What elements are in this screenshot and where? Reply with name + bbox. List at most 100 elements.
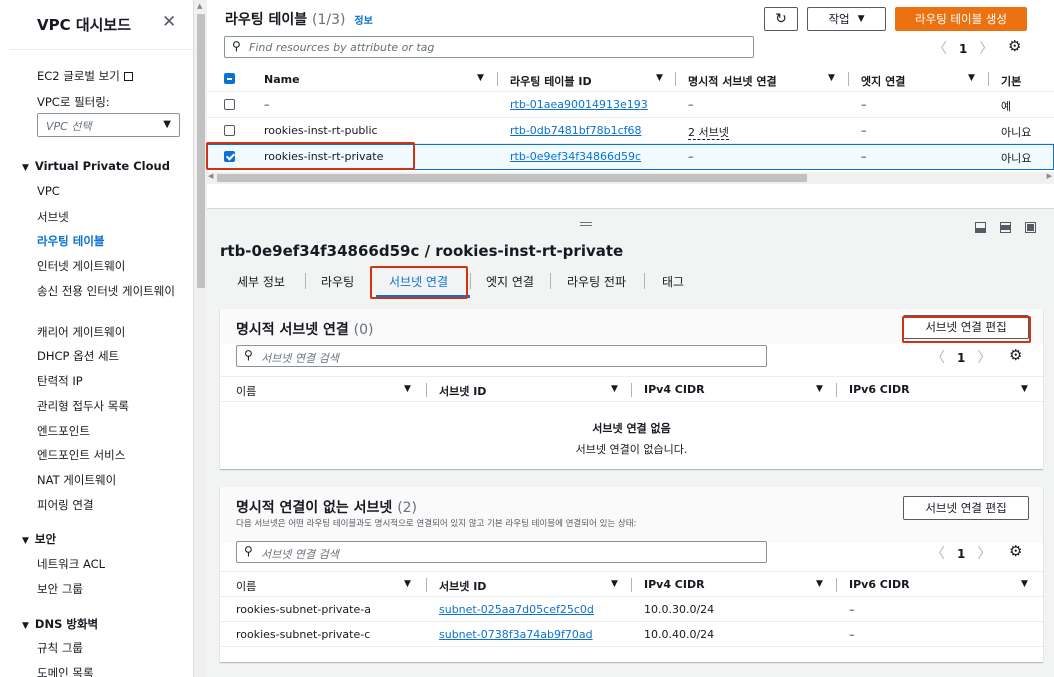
chevron-right-icon[interactable]: 〉: [977, 546, 991, 562]
chevron-left-icon[interactable]: 〈: [933, 41, 947, 57]
actions-button[interactable]: 작업 ▼: [807, 7, 886, 31]
sidebar-item-endpoints[interactable]: 엔드포인트: [37, 423, 90, 439]
sort-caret-icon[interactable]: ▼: [611, 384, 618, 394]
sort-caret-icon[interactable]: ▼: [611, 579, 618, 589]
route-table-id-link[interactable]: rtb-0e9ef34f34866d59c: [510, 150, 641, 163]
sidebar-item-subnets[interactable]: 서브넷: [37, 209, 69, 225]
sort-caret-icon[interactable]: ▼: [404, 579, 411, 589]
edit-subnet-associations-button[interactable]: 서브넷 연결 편집: [903, 496, 1029, 520]
sidebar-item-rule-groups[interactable]: 규칙 그룹: [37, 640, 83, 656]
sidebar-item-ec2-global[interactable]: EC2 글로벌 보기: [37, 68, 133, 84]
page-number[interactable]: 1: [959, 42, 967, 56]
column-header-name[interactable]: 이름: [236, 578, 256, 594]
sort-caret-icon[interactable]: ▼: [828, 73, 835, 83]
sidebar-item-route-tables[interactable]: 라우팅 테이블: [37, 233, 104, 249]
column-divider[interactable]: [836, 383, 837, 397]
column-divider[interactable]: [675, 72, 676, 86]
section-security[interactable]: ▼ 보안: [22, 531, 56, 547]
table-row-selected[interactable]: rookies-inst-rt-private rtb-0e9ef34f3486…: [207, 144, 1054, 170]
settings-gear-icon[interactable]: ⚙: [1008, 37, 1021, 55]
column-divider[interactable]: [836, 578, 837, 592]
column-header-id[interactable]: 라우팅 테이블 ID: [510, 73, 592, 89]
sidebar-title[interactable]: VPC 대시보드: [37, 14, 131, 35]
sidebar-scrollbar[interactable]: ▲: [193, 0, 207, 677]
section-virtual-private-cloud[interactable]: ▼ Virtual Private Cloud: [22, 159, 170, 173]
column-header-ipv4[interactable]: IPv4 CIDR: [644, 383, 705, 396]
sort-caret-icon[interactable]: ▼: [1021, 579, 1028, 589]
sidebar-item-endpoint-services[interactable]: 엔드포인트 서비스: [37, 447, 125, 463]
sort-caret-icon[interactable]: ▼: [656, 73, 663, 83]
scrollbar-thumb[interactable]: [217, 174, 807, 182]
tab-details[interactable]: 세부 정보: [237, 273, 285, 290]
drag-handle-icon[interactable]: [580, 222, 592, 226]
create-route-table-button[interactable]: 라우팅 테이블 생성: [895, 7, 1027, 31]
column-divider[interactable]: [426, 383, 427, 397]
tab-tags[interactable]: 태그: [662, 273, 684, 290]
subnet-id-link[interactable]: subnet-025aa7d05cef25c0d: [439, 603, 594, 616]
tab-routes[interactable]: 라우팅: [321, 273, 354, 290]
route-table-id-link[interactable]: rtb-01aea90014913e193: [510, 98, 648, 111]
scroll-right-icon[interactable]: ▶: [1047, 172, 1052, 180]
panel-bottom-icon[interactable]: [975, 222, 986, 233]
edit-subnet-associations-button[interactable]: 서브넷 연결 편집: [903, 315, 1029, 339]
chevron-right-icon[interactable]: 〉: [979, 41, 993, 57]
column-divider[interactable]: [426, 578, 427, 592]
sort-caret-icon[interactable]: ▼: [816, 579, 823, 589]
page-number[interactable]: 1: [957, 351, 965, 365]
explicit-subnets-popover[interactable]: 2 서브넷: [688, 126, 729, 140]
column-header-main[interactable]: 기본: [1001, 73, 1021, 89]
row-checkbox-checked[interactable]: [224, 151, 235, 162]
table-row[interactable]: rookies-inst-rt-public rtb-0db7481bf78b1…: [207, 118, 1054, 144]
sidebar-item-security-groups[interactable]: 보안 그룹: [37, 581, 83, 597]
sidebar-item-peering-connections[interactable]: 피어링 연결: [37, 497, 94, 513]
sort-caret-icon[interactable]: ▼: [816, 384, 823, 394]
panel-split-icon[interactable]: [1000, 222, 1011, 233]
subnet-association-search-input[interactable]: ⚲ 서브넷 연결 검색: [236, 541, 767, 563]
scroll-left-icon[interactable]: ◀: [208, 172, 213, 180]
route-table-search-input[interactable]: ⚲ Find resources by attribute or tag: [224, 36, 754, 58]
sidebar-item-elastic-ips[interactable]: 탄력적 IP: [37, 373, 83, 389]
sidebar-item-dhcp-option-sets[interactable]: DHCP 옵션 세트: [37, 348, 119, 364]
tab-subnet-associations[interactable]: 서브넷 연결: [389, 273, 448, 290]
column-header-name[interactable]: 이름: [236, 383, 256, 399]
sidebar-item-carrier-gateways[interactable]: 캐리어 게이트웨이: [37, 324, 125, 340]
table-horizontal-scrollbar[interactable]: ◀ ▶: [207, 172, 1054, 184]
settings-gear-icon[interactable]: ⚙: [1009, 346, 1022, 364]
split-panel-divider[interactable]: [207, 208, 1054, 209]
page-number[interactable]: 1: [957, 547, 965, 561]
subnet-association-search-input[interactable]: ⚲ 서브넷 연결 검색: [236, 345, 767, 367]
tab-route-propagation[interactable]: 라우팅 전파: [567, 273, 626, 290]
column-divider[interactable]: [988, 72, 989, 86]
info-link[interactable]: 정보: [354, 16, 372, 27]
table-row[interactable]: – rtb-01aea90014913e193 – – 예: [207, 92, 1054, 118]
sidebar-item-managed-prefix-lists[interactable]: 관리형 접두사 목록: [37, 398, 129, 414]
column-header-edge[interactable]: 엣지 연결: [861, 73, 905, 89]
column-header-ipv6[interactable]: IPv6 CIDR: [849, 578, 910, 591]
sort-caret-icon[interactable]: ▼: [477, 73, 484, 83]
chevron-right-icon[interactable]: 〉: [977, 350, 991, 366]
scroll-up-icon[interactable]: ▲: [197, 2, 202, 10]
section-dns-firewall[interactable]: ▼ DNS 방화벽: [22, 616, 98, 632]
vpc-filter-select[interactable]: VPC 선택 ▼: [37, 113, 180, 137]
scrollbar-thumb[interactable]: [197, 14, 205, 288]
column-header-ipv6[interactable]: IPv6 CIDR: [849, 383, 910, 396]
column-header-explicit[interactable]: 명시적 서브넷 연결: [688, 73, 777, 89]
column-divider[interactable]: [631, 578, 632, 592]
subnet-id-link[interactable]: subnet-0738f3a74ab9f70ad: [439, 628, 593, 641]
column-divider[interactable]: [631, 383, 632, 397]
sort-caret-icon[interactable]: ▼: [404, 384, 411, 394]
column-divider[interactable]: [497, 72, 498, 86]
sidebar-item-network-acl[interactable]: 네트워크 ACL: [37, 556, 105, 572]
sidebar-item-nat-gateways[interactable]: NAT 게이트웨이: [37, 472, 116, 488]
column-header-subnet-id[interactable]: 서브넷 ID: [439, 578, 486, 594]
column-header-ipv4[interactable]: IPv4 CIDR: [644, 578, 705, 591]
sidebar-item-domain-lists[interactable]: 도메인 목록: [37, 665, 94, 677]
close-icon[interactable]: ✕: [162, 12, 176, 32]
row-checkbox[interactable]: [224, 99, 235, 110]
select-all-checkbox[interactable]: [224, 73, 235, 84]
settings-gear-icon[interactable]: ⚙: [1009, 542, 1022, 560]
sidebar-item-vpc[interactable]: VPC: [37, 184, 60, 198]
tab-edge-associations[interactable]: 엣지 연결: [486, 273, 534, 290]
column-header-name[interactable]: Name: [264, 73, 300, 86]
route-table-id-link[interactable]: rtb-0db7481bf78b1cf68: [510, 124, 642, 137]
